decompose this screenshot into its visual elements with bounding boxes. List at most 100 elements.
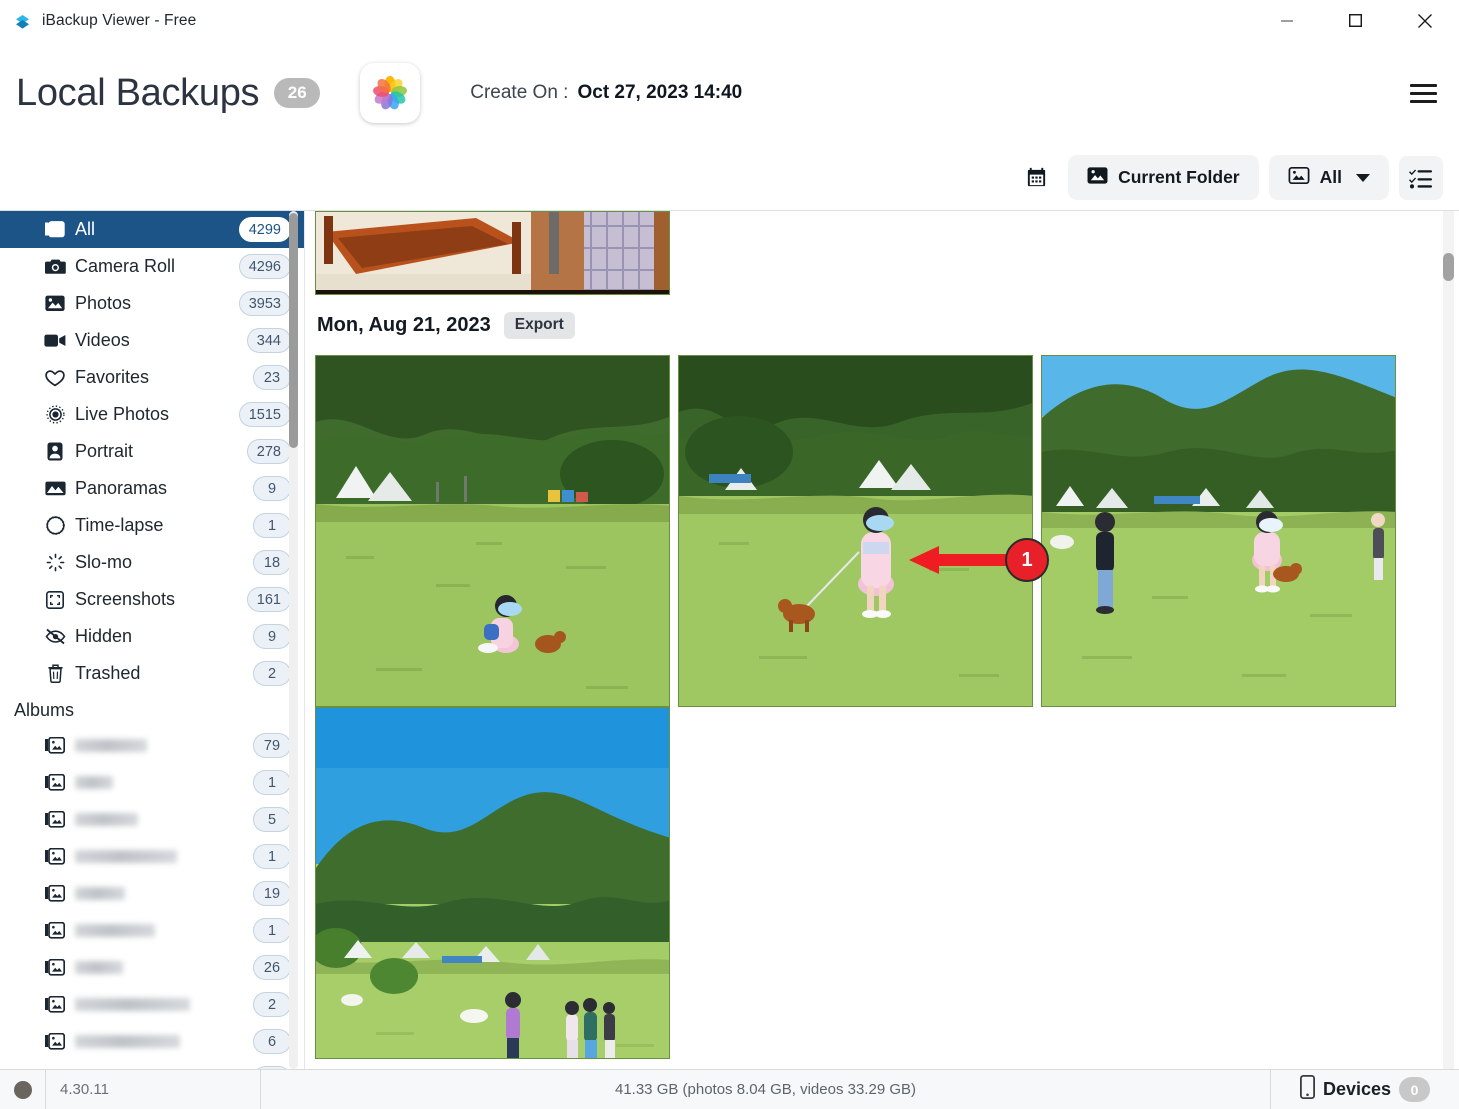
devices-label: Devices bbox=[1322, 1079, 1392, 1099]
sidebar-item-count: 18 bbox=[253, 550, 291, 575]
photo-row-previous bbox=[315, 211, 1437, 295]
album-item[interactable]: Dropbox 1 bbox=[0, 1060, 304, 1069]
created-on: Create On : Oct 27, 2023 14:40 bbox=[470, 82, 742, 104]
current-folder-button[interactable]: Current Folder bbox=[1068, 155, 1259, 200]
sidebar-item-count: 3953 bbox=[238, 291, 291, 316]
annotation-step-badge: 1 bbox=[1005, 538, 1049, 582]
page-header: Local Backups 26 Create On : Oct 27, 202… bbox=[0, 41, 1459, 145]
album-item-count: 1 bbox=[253, 844, 291, 869]
album-icon bbox=[44, 773, 66, 793]
export-button[interactable]: Export bbox=[503, 311, 575, 339]
album-item[interactable]: 26 bbox=[0, 949, 304, 986]
live-photo-icon bbox=[44, 405, 66, 425]
album-icon bbox=[44, 847, 66, 867]
sidebar-item-label: Photos bbox=[75, 293, 132, 313]
album-item[interactable]: 1 bbox=[0, 764, 304, 801]
sidebar-item-count: 4296 bbox=[238, 254, 291, 279]
sidebar-item-count: 161 bbox=[246, 587, 291, 612]
content-scrollbar-thumb[interactable] bbox=[1443, 253, 1454, 281]
close-button[interactable] bbox=[1390, 0, 1459, 41]
sidebar-item-camera-roll[interactable]: Camera Roll 4296 bbox=[0, 248, 304, 285]
album-icon bbox=[44, 921, 66, 941]
hidden-eye-icon bbox=[44, 627, 66, 647]
sidebar-list: All 4299 Camera Roll 4296 Photos 3953 Videos 34… bbox=[0, 211, 304, 1069]
portrait-icon bbox=[44, 442, 66, 462]
album-name-redacted bbox=[75, 739, 147, 752]
sidebar-item-screenshots[interactable]: Screenshots 161 bbox=[0, 581, 304, 618]
album-item-count: 1 bbox=[253, 918, 291, 943]
album-item-count: 79 bbox=[253, 733, 291, 758]
sidebar-scrollbar[interactable] bbox=[289, 211, 298, 1069]
photo-thumbnail[interactable] bbox=[315, 355, 670, 707]
album-name-redacted bbox=[75, 1035, 180, 1048]
sidebar-item-count: 1 bbox=[253, 513, 291, 538]
video-camera-icon bbox=[44, 331, 66, 351]
album-item[interactable]: 1 bbox=[0, 912, 304, 949]
filter-all-label: All bbox=[1319, 167, 1342, 187]
heart-icon bbox=[44, 368, 66, 388]
album-name-redacted bbox=[75, 887, 125, 900]
sidebar-scrollbar-thumb[interactable] bbox=[289, 213, 298, 448]
album-item-count: 5 bbox=[253, 807, 291, 832]
album-item[interactable]: 79 bbox=[0, 727, 304, 764]
sidebar-item-label: Trashed bbox=[75, 663, 141, 683]
photo-thumbnail[interactable] bbox=[315, 211, 670, 295]
album-icon bbox=[44, 1032, 66, 1052]
checklist-icon[interactable] bbox=[1399, 155, 1443, 200]
content-scrollbar[interactable] bbox=[1443, 211, 1454, 1069]
album-item[interactable]: 6 bbox=[0, 1023, 304, 1060]
maximize-button[interactable] bbox=[1321, 0, 1390, 41]
sidebar-item-panoramas[interactable]: Panoramas 9 bbox=[0, 470, 304, 507]
devices-button[interactable]: Devices 0 bbox=[1270, 1070, 1459, 1109]
album-item-count: 6 bbox=[253, 1029, 291, 1054]
filter-all-dropdown[interactable]: All bbox=[1268, 155, 1389, 200]
album-icon bbox=[44, 995, 66, 1015]
status-indicator-icon bbox=[0, 1070, 45, 1109]
album-name-redacted bbox=[75, 813, 138, 826]
sidebar-item-photos[interactable]: Photos 3953 bbox=[0, 285, 304, 322]
status-dot bbox=[13, 1080, 32, 1099]
sidebar-item-trashed[interactable]: Trashed 2 bbox=[0, 655, 304, 692]
photo-icon bbox=[44, 294, 66, 314]
sidebar-item-portrait[interactable]: Portrait 278 bbox=[0, 433, 304, 470]
phone-icon bbox=[1299, 1074, 1315, 1104]
content-toolbar: Current Folder All bbox=[0, 145, 1459, 211]
sidebar-item-live-photos[interactable]: Live Photos 1515 bbox=[0, 396, 304, 433]
photo-thumbnail[interactable] bbox=[678, 355, 1033, 707]
app-version: 4.30.11 bbox=[45, 1070, 260, 1109]
photo-thumbnail[interactable] bbox=[315, 707, 670, 1059]
sidebar-item-label: Hidden bbox=[75, 626, 133, 646]
backup-count-badge: 26 bbox=[274, 78, 321, 108]
album-item-count: 1 bbox=[253, 1066, 291, 1069]
sidebar-item-time-lapse[interactable]: Time-lapse 1 bbox=[0, 507, 304, 544]
album-icon bbox=[44, 1069, 66, 1070]
album-item[interactable]: 5 bbox=[0, 801, 304, 838]
sidebar-item-favorites[interactable]: Favorites 23 bbox=[0, 359, 304, 396]
ibackup-logo-icon bbox=[12, 10, 33, 31]
album-item[interactable]: 1 bbox=[0, 838, 304, 875]
devices-count-badge: 0 bbox=[1399, 1077, 1431, 1102]
hamburger-menu-icon[interactable] bbox=[1401, 71, 1445, 115]
calendar-icon[interactable] bbox=[1014, 156, 1058, 200]
album-item[interactable]: 19 bbox=[0, 875, 304, 912]
album-item[interactable]: 2 bbox=[0, 986, 304, 1023]
album-icon bbox=[44, 810, 66, 830]
sidebar-item-hidden[interactable]: Hidden 9 bbox=[0, 618, 304, 655]
chevron-down-icon bbox=[1356, 173, 1370, 182]
sidebar-item-count: 1515 bbox=[238, 402, 291, 427]
sidebar-item-videos[interactable]: Videos 344 bbox=[0, 322, 304, 359]
album-name-redacted bbox=[75, 961, 123, 974]
sidebar-item-all[interactable]: All 4299 bbox=[0, 211, 304, 248]
screenshot-icon bbox=[44, 590, 66, 610]
sidebar-item-label: Panoramas bbox=[75, 478, 168, 498]
sidebar-item-slo-mo[interactable]: Slo-mo 18 bbox=[0, 544, 304, 581]
ibackup-viewer-window: iBackup Viewer - Free Local Backups 26 C… bbox=[0, 0, 1459, 1109]
window-controls bbox=[1252, 0, 1459, 41]
minimize-button[interactable] bbox=[1252, 0, 1321, 41]
timelapse-icon bbox=[44, 516, 66, 536]
date-group-label: Mon, Aug 21, 2023 bbox=[317, 313, 491, 336]
photo-thumbnail[interactable] bbox=[1041, 355, 1396, 707]
sidebar-item-label: Camera Roll bbox=[75, 256, 176, 276]
sidebar-item-count: 278 bbox=[246, 439, 291, 464]
title-bar-left: iBackup Viewer - Free bbox=[0, 10, 196, 31]
